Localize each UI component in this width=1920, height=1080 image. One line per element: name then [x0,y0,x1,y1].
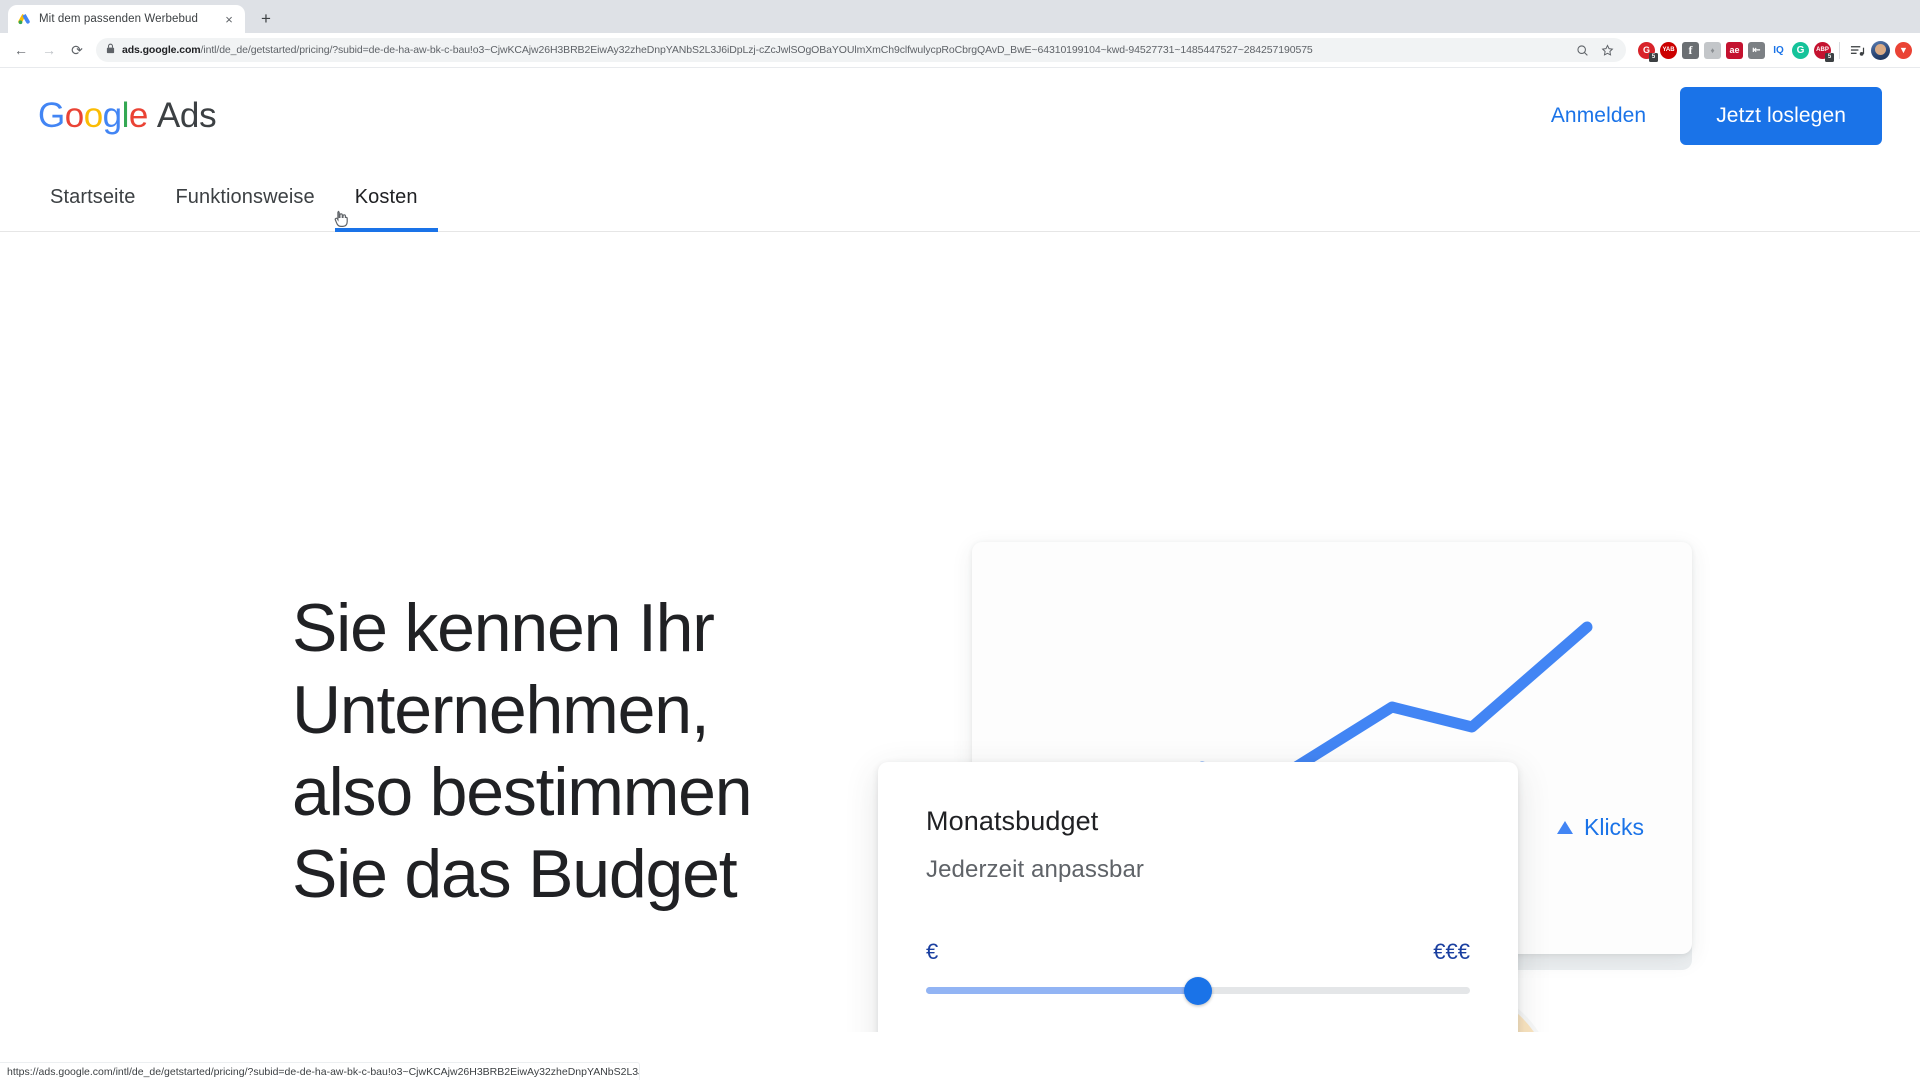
signin-link[interactable]: Anmelden [1551,104,1646,128]
url-domain: ads.google.com [122,44,201,56]
zoom-search-icon[interactable] [1573,41,1591,59]
extensions-area: G5 YAB f ♦ ae ⇤ IQ G ABP 5 ▼ [1634,40,1912,62]
ae-extension[interactable]: ae [1726,41,1743,59]
klicks-legend: Klicks [1557,814,1644,841]
tab-strip: Mit dem passenden Werbebud × + [0,0,1920,33]
extension-badge: 5 [1649,52,1658,62]
google-ads-favicon [17,12,31,26]
adblock-extension[interactable]: ABP 5 [1814,41,1834,62]
reload-button[interactable]: ⟳ [64,37,90,63]
budget-slider-scale: € €€€ [926,939,1470,965]
site-header: Google Ads Anmelden Jetzt loslegen [0,69,1920,162]
product-illustration: Klicks Geräte Auf [840,472,1920,1032]
back-button[interactable]: ← [8,37,34,63]
logo-letter-g2: g [102,95,122,135]
ghostery-extension[interactable]: G5 [1638,41,1658,62]
google-ads-logo[interactable]: Google Ads [38,95,217,136]
iq-extension[interactable]: IQ [1770,42,1787,59]
forward-button[interactable]: → [36,37,62,63]
extension-badge: 5 [1825,52,1834,62]
browser-tab[interactable]: Mit dem passenden Werbebud × [8,5,245,33]
update-menu-icon[interactable]: ▼ [1895,41,1912,59]
pocket-extension[interactable]: ♦ [1704,41,1721,59]
get-started-button[interactable]: Jetzt loslegen [1680,86,1882,145]
reading-list-icon[interactable] [1848,41,1866,59]
slider-max-label: €€€ [1433,939,1470,964]
logo-letter-o2: o [83,95,103,135]
logo-letter-o1: o [64,95,84,135]
new-tab-button[interactable]: + [253,6,279,32]
slider-min-label: € [926,939,939,964]
lock-icon [106,41,115,59]
yandex-extension[interactable]: YAB [1660,41,1677,59]
session-box-extension[interactable]: ⇤ [1748,41,1765,59]
address-bar[interactable]: ads.google.com/intl/de_de/getstarted/pri… [96,38,1626,62]
logo-letter-e: e [128,95,148,135]
status-bar-link-preview: https://ads.google.com/intl/de_de/getsta… [0,1062,640,1080]
url-text: ads.google.com/intl/de_de/getstarted/pri… [122,44,1566,56]
browser-window: Mit dem passenden Werbebud × + ← → ⟳ ads… [0,0,1920,1080]
page-nav-tabs: Startseite Funktionsweise Kosten [0,162,1920,232]
page-title: Sie kennen Ihr Unternehmen, also bestimm… [292,590,753,912]
tab-startseite[interactable]: Startseite [30,162,155,232]
tab-kosten[interactable]: Kosten [334,162,438,232]
logo-letter-g: G [38,95,65,135]
tab-funktionsweise[interactable]: Funktionsweise [155,162,334,232]
grammarly-extension[interactable]: G [1792,41,1809,59]
header-actions: Anmelden Jetzt loslegen [1551,86,1882,145]
hero-section: Sie kennen Ihr Unternehmen, also bestimm… [0,232,1920,1032]
budget-card-subtitle: Jederzeit anpassbar [926,856,1145,883]
tab-title: Mit dem passenden Werbebud [39,13,199,25]
product-name: Ads [156,95,217,135]
page-viewport: Google Ads Anmelden Jetzt loslegen Start… [0,69,1920,1080]
facebook-extension[interactable]: f [1682,41,1699,59]
close-icon[interactable]: × [222,13,236,26]
triangle-up-icon [1557,821,1573,834]
toolbar-divider [1839,41,1840,59]
browser-toolbar: ← → ⟳ ads.google.com/intl/de_de/getstart… [0,33,1920,68]
star-icon[interactable] [1598,41,1616,59]
url-path: /intl/de_de/getstarted/pricing/?subid=de… [200,44,1313,56]
logo-letter-l: l [121,95,130,135]
budget-card-title: Monatsbudget [926,806,1099,836]
profile-avatar[interactable] [1871,40,1890,60]
monatsbudget-card: Monatsbudget Jederzeit anpassbar € €€€ [878,762,1518,1032]
klicks-legend-label: Klicks [1584,814,1645,840]
google-wordmark: Google [38,96,148,136]
slider-fill [926,987,1198,994]
slider-thumb[interactable] [1184,976,1212,1005]
budget-slider[interactable] [926,976,1470,1005]
